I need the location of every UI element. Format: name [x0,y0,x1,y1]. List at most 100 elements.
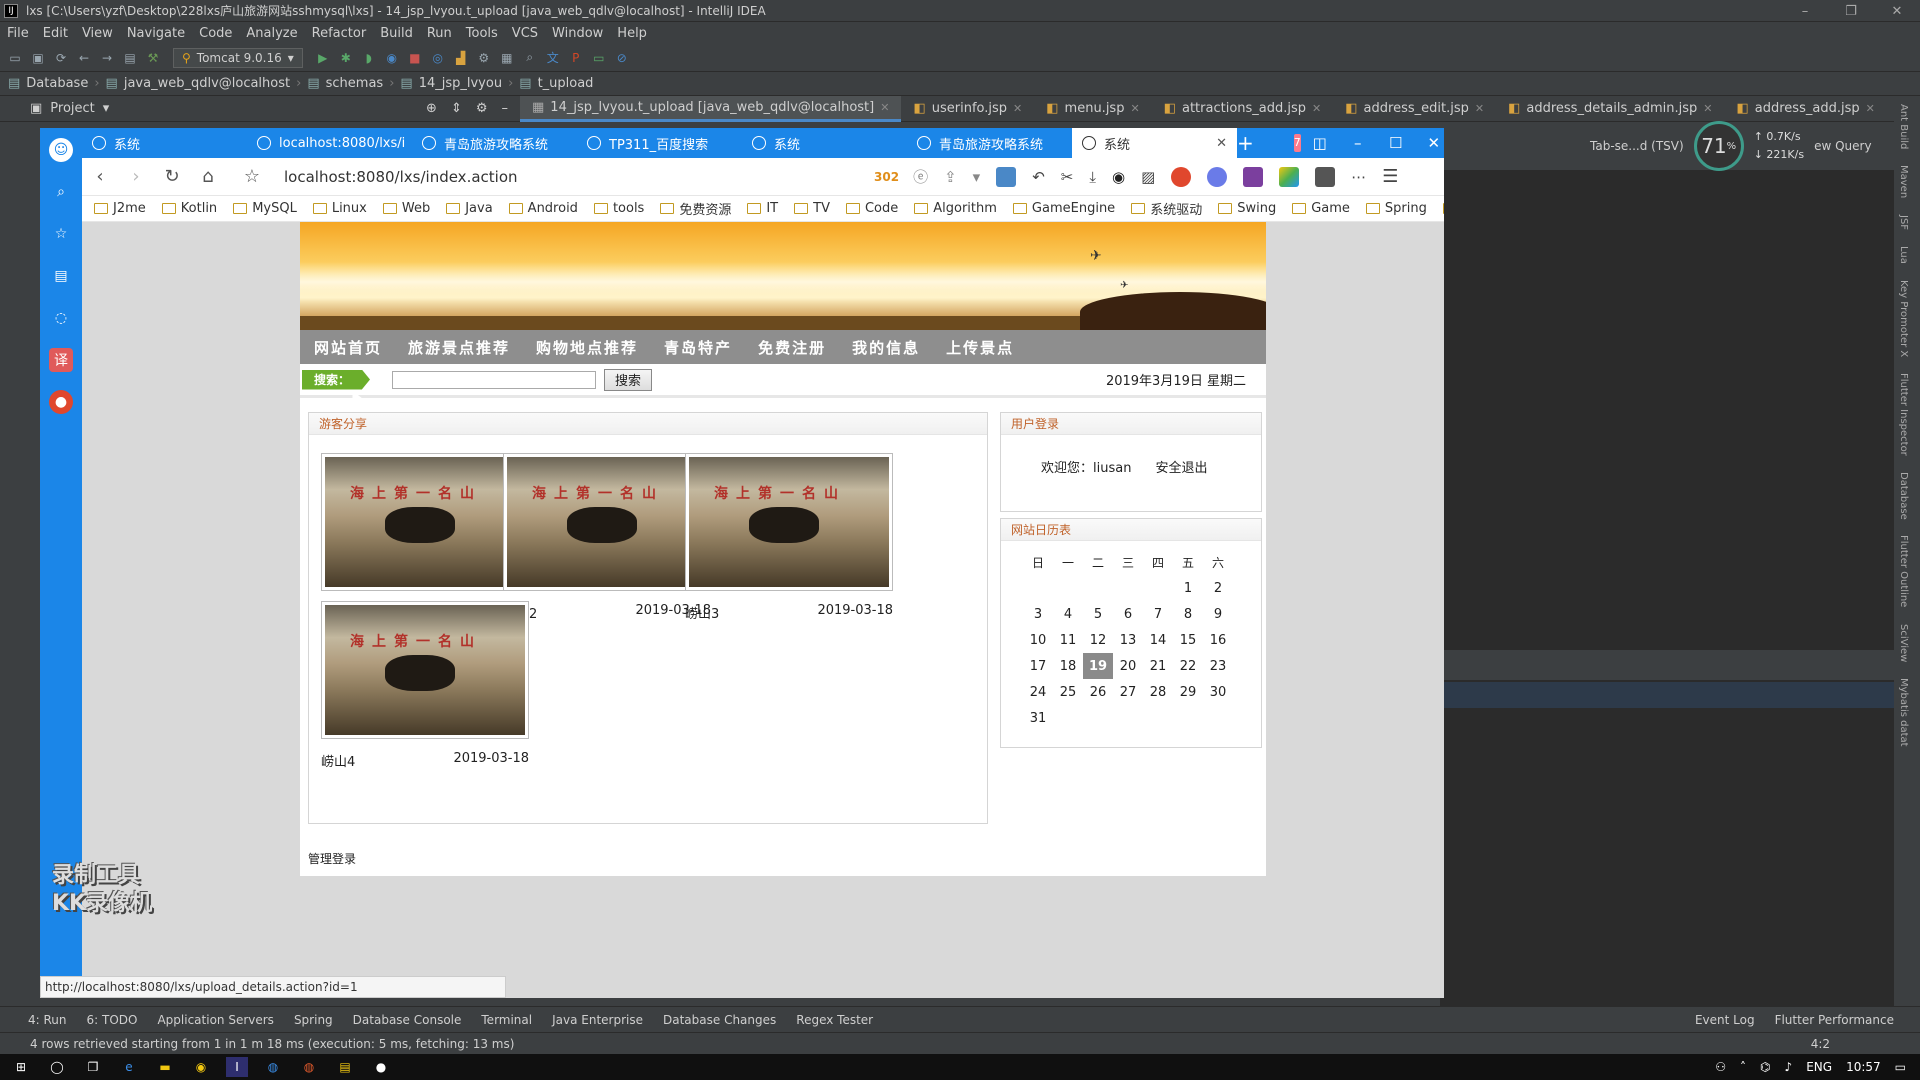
tab-count-badge[interactable]: 7 [1293,134,1301,152]
bookmark-item[interactable]: TV [794,201,830,216]
reload-icon[interactable]: ↻ [154,166,190,187]
hide-icon[interactable]: – [502,101,509,116]
more-icon[interactable]: ⋯ [1351,168,1366,186]
breadcrumb-item[interactable]: java_web_qdlv@localhost [124,76,290,91]
collapse-icon[interactable]: ⇕ [451,101,462,116]
edge-icon[interactable]: e [118,1057,140,1077]
task-view-icon[interactable]: ❐ [82,1057,104,1077]
search-button[interactable]: 搜索 [604,368,652,391]
download-icon[interactable]: ⤓ [1089,168,1096,186]
locate-icon[interactable]: ⊕ [426,101,437,116]
bookmark-item[interactable]: Linux [312,201,367,216]
calendar-day[interactable]: 5 [1083,601,1113,627]
calendar-day[interactable]: 21 [1143,653,1173,679]
right-tool-1[interactable]: Maven [1894,157,1913,206]
bottom-tool-tab[interactable]: Event Log [1695,1013,1755,1027]
open-icon[interactable]: ▭ [6,49,24,67]
weibo-icon[interactable]: ● [49,390,73,414]
bookmark-item[interactable]: tools [593,201,644,216]
avatar[interactable]: ☺ [49,138,73,162]
forward-icon[interactable]: → [98,49,116,67]
bookmark-item[interactable]: Code [845,201,898,216]
close-tab-icon[interactable]: ✕ [1475,102,1484,115]
close-icon[interactable]: ✕ [1874,0,1920,22]
calendar-day[interactable]: 9 [1203,601,1233,627]
site-nav-item[interactable]: 购物地点推荐 [536,337,638,358]
bottom-tool-tab[interactable]: Flutter Performance [1775,1013,1894,1027]
bottom-tool-tab[interactable]: 6: TODO [87,1013,138,1027]
calendar-day[interactable]: 13 [1113,627,1143,653]
structure-icon[interactable]: ▤ [121,49,139,67]
bookmark-item[interactable]: Spring [1365,201,1427,216]
menu-item-code[interactable]: Code [192,26,239,41]
calendar-day[interactable]: 14 [1143,627,1173,653]
menu-icon[interactable]: ☰ [1382,166,1398,187]
admin-login-link[interactable]: 管理登录 [308,850,356,867]
bookmark-item[interactable]: Web [382,201,430,216]
breadcrumb-item[interactable]: Database [26,76,88,91]
close-tab-icon[interactable]: ✕ [1312,102,1321,115]
translate-icon[interactable]: 译 [49,348,73,372]
run-config-select[interactable]: ⚲ Tomcat 9.0.16 ▾ [173,47,303,68]
share-card-image[interactable]: 海上第一名山 [321,601,529,739]
app-red-icon[interactable]: ◍ [298,1057,320,1077]
logout-link[interactable]: 安全退出 [1155,457,1207,476]
site-nav-item[interactable]: 旅游景点推荐 [408,337,510,358]
recorder-icon[interactable]: ● [370,1057,392,1077]
bookmark-item[interactable]: MySQL [233,201,297,216]
menu-item-refactor[interactable]: Refactor [305,26,374,41]
editor-tab[interactable]: ▦ 14_jsp_lvyou.t_upload [java_web_qdlv@lo… [520,95,902,122]
url-field[interactable]: localhost:8080/lxs/index.action [284,168,874,186]
terminal-icon[interactable]: ▭ [590,49,608,67]
tsv-tab-label[interactable]: Tab-se...d (TSV) [1590,139,1684,153]
image-ext-icon[interactable]: ▨ [1141,168,1155,186]
search-input[interactable] [392,370,596,389]
minimize-icon[interactable]: – [1782,0,1828,22]
browser-tab[interactable]: 系统 ✕ [1072,128,1237,158]
editor-tab[interactable]: ◧ userinfo.jsp ✕ [901,96,1034,122]
coverage-icon[interactable]: ◗ [360,49,378,67]
site-nav-item[interactable]: 我的信息 [852,337,920,358]
share-icon[interactable]: ⇪ [944,168,957,186]
share-card[interactable]: 海上第一名山崂山12019-03-18 [321,453,529,622]
calendar-day[interactable]: 17 [1023,653,1053,679]
network-icon[interactable]: ⌬ [1760,1060,1770,1074]
bottom-tool-tab[interactable]: 4: Run [28,1013,67,1027]
calendar-day[interactable]: 25 [1053,679,1083,705]
menu-item-build[interactable]: Build [373,26,420,41]
star-icon[interactable]: ☆ [49,222,73,246]
site-nav-item[interactable]: 上传景点 [946,337,1014,358]
menu-item-run[interactable]: Run [420,26,459,41]
menu-item-analyze[interactable]: Analyze [239,26,304,41]
menu-item-file[interactable]: File [0,26,36,41]
menu-item-help[interactable]: Help [610,26,654,41]
right-tool-7[interactable]: Flutter Outline [1894,527,1913,615]
chevron-up-icon[interactable]: ˄ [1740,1060,1746,1074]
right-tool-8[interactable]: SciView [1894,616,1913,670]
close-tab-icon[interactable]: ✕ [1703,102,1712,115]
bottom-tool-tab[interactable]: Application Servers [157,1013,273,1027]
breadcrumb-item[interactable]: 14_jsp_lvyou [419,76,502,91]
menu-item-navigate[interactable]: Navigate [120,26,192,41]
bookmark-item[interactable]: 系统驱动 [1131,199,1202,218]
bottom-tool-tab[interactable]: Database Changes [663,1013,776,1027]
bottom-tool-tab[interactable]: Regex Tester [796,1013,873,1027]
ext-dark-icon[interactable] [1315,166,1336,187]
ie-icon[interactable]: ⓔ [913,166,928,187]
calendar-day[interactable]: 3 [1023,601,1053,627]
scissors-icon[interactable]: ✂ [1061,168,1074,186]
close-tab-icon[interactable]: ✕ [880,101,889,114]
bookmark-item[interactable]: GameEngine [1012,201,1115,216]
clock[interactable]: 10:57 [1846,1060,1881,1074]
notes-icon[interactable]: ▤ [334,1057,356,1077]
build-icon[interactable]: ⚒ [144,49,162,67]
close-tab-icon[interactable]: ✕ [1866,102,1875,115]
calendar-day[interactable]: 31 [1023,705,1053,731]
bag-icon[interactable]: ◫ [1301,134,1339,152]
calendar-day[interactable]: 4 [1053,601,1083,627]
sync-icon[interactable]: ⟳ [52,49,70,67]
calendar-day[interactable]: 26 [1083,679,1113,705]
search-icon[interactable]: ⌕ [49,180,73,204]
ext-red-icon[interactable] [1171,166,1192,187]
site-nav-item[interactable]: 网站首页 [314,337,382,358]
